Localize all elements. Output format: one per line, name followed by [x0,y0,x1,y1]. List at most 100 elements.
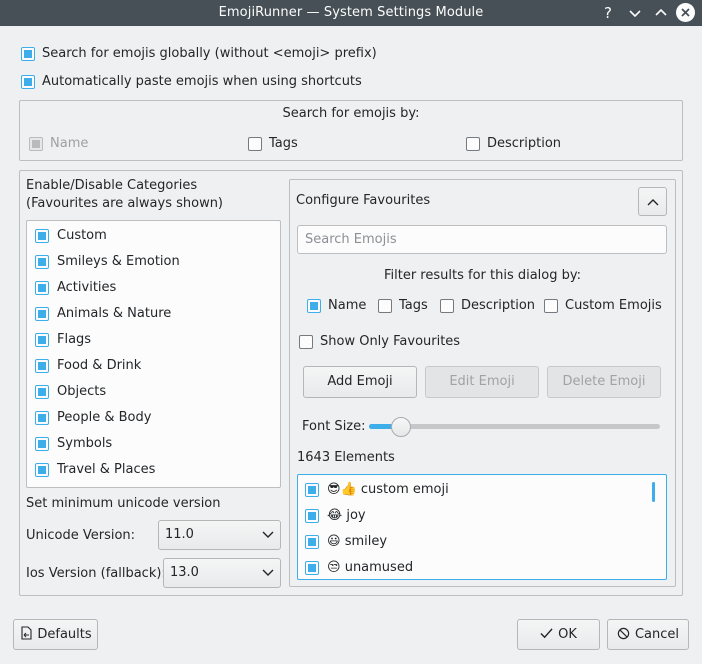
edit-emoji-button[interactable]: Edit Emoji [425,366,539,398]
emoji-row-content: 😎👍 custom emoji [327,482,449,497]
list-item[interactable]: 😂 joy [298,503,648,529]
font-size-slider-track[interactable] [369,424,660,429]
smiley-emoji-icon: 😃 [327,534,341,549]
list-item[interactable]: People & Body [27,405,280,431]
list-item[interactable]: Travel & Places [27,457,280,483]
category-checkbox[interactable] [35,307,49,321]
emoji-list-scrollbar[interactable] [652,482,655,502]
font-size-slider-handle[interactable] [390,417,411,437]
defaults-label: Defaults [37,627,92,642]
add-emoji-button[interactable]: Add Emoji [303,366,417,398]
svg-text:?: ? [604,4,612,22]
cancel-button[interactable]: Cancel [607,619,689,650]
unicode-version-label: Unicode Version: [26,528,136,543]
list-item[interactable]: Smileys & Emotion [27,249,280,275]
search-globally-checkbox[interactable] [21,47,35,61]
category-label: Custom [57,228,107,243]
category-checkbox[interactable] [35,385,49,399]
list-item[interactable]: 😒 unamused [298,555,648,579]
list-item[interactable]: Animals & Nature [27,301,280,327]
ios-version-value: 13.0 [170,565,199,580]
checkmark-icon [540,628,553,639]
search-by-tags-checkbox[interactable] [248,137,262,151]
list-item[interactable]: Objects [27,379,280,405]
ios-version-select[interactable]: 13.0 [163,558,281,588]
unamused-emoji-icon: 😒 [327,560,341,575]
close-icon[interactable] [676,3,695,22]
search-emojis-placeholder: Search Emojis [305,232,397,247]
font-size-label: Font Size: [302,419,366,434]
auto-paste-label[interactable]: Automatically paste emojis when using sh… [42,74,362,89]
maximize-icon[interactable] [652,4,670,22]
elements-count: 1643 Elements [297,450,395,465]
list-item[interactable]: Flags [27,327,280,353]
search-by-name-label: Name [50,136,89,151]
filter-tags-checkbox[interactable] [378,299,392,313]
category-checkbox[interactable] [35,333,49,347]
delete-emoji-button[interactable]: Delete Emoji [547,366,661,398]
list-item[interactable]: 😎👍 custom emoji [298,477,648,503]
emoji-checkbox[interactable] [305,509,319,523]
list-item[interactable]: Food & Drink [27,353,280,379]
filter-custom-emojis-checkbox[interactable] [544,299,558,313]
search-by-description-checkbox[interactable] [466,137,480,151]
emoji-label: unamused [344,560,414,575]
category-checkbox[interactable] [35,437,49,451]
emoji-checkbox[interactable] [305,535,319,549]
list-item[interactable]: Activities [27,275,280,301]
unicode-version-value: 11.0 [165,527,194,542]
document-revert-icon [21,626,32,640]
filter-description-label[interactable]: Description [461,298,535,313]
list-item[interactable]: 😃 smiley [298,529,648,555]
search-emojis-input[interactable]: Search Emojis [297,225,667,254]
filter-custom-emojis-label[interactable]: Custom Emojis [565,298,662,313]
show-only-favourites-label[interactable]: Show Only Favourites [320,334,460,349]
category-label: Animals & Nature [57,306,172,321]
category-label: Objects [57,384,107,399]
list-item[interactable]: Custom [27,223,280,249]
category-checkbox[interactable] [35,463,49,477]
search-by-name-checkbox[interactable] [29,137,43,151]
ok-button[interactable]: OK [517,619,600,650]
emoji-list[interactable]: 😎👍 custom emoji 😂 joy 😃 smiley 😒 unamuse… [297,474,667,580]
ok-label: OK [558,627,577,642]
chevron-down-icon [262,531,274,538]
search-by-title: Search for emojis by: [282,106,420,121]
list-item[interactable]: Symbols [27,431,280,457]
show-only-favourites-checkbox[interactable] [299,335,313,349]
emoji-label: smiley [344,534,388,549]
auto-paste-checkbox[interactable] [21,75,35,89]
emoji-row-content: 😃 smiley [327,534,387,549]
categories-list[interactable]: Custom Smileys & Emotion Activities Anim… [26,220,281,488]
filter-description-checkbox[interactable] [440,299,454,313]
minimize-icon[interactable] [626,4,644,22]
search-by-tags-label[interactable]: Tags [269,136,298,151]
filter-name-label[interactable]: Name [328,298,366,313]
filter-name-checkbox[interactable] [307,299,321,313]
window-title: EmojiRunner — System Settings Module [218,5,484,20]
category-label: Smileys & Emotion [57,254,180,269]
search-globally-label[interactable]: Search for emojis globally (without <emo… [42,46,377,61]
chevron-down-icon [262,569,274,576]
filter-tags-label[interactable]: Tags [399,298,428,313]
cancel-label: Cancel [634,627,680,642]
category-checkbox[interactable] [35,359,49,373]
category-checkbox[interactable] [35,281,49,295]
unicode-version-select[interactable]: 11.0 [158,520,281,550]
filter-title: Filter results for this dialog by: [383,268,582,283]
emoji-row-content: 😒 unamused [327,560,413,575]
search-by-description-label[interactable]: Description [487,136,561,151]
ios-version-label: Ios Version (fallback): [26,566,166,581]
category-checkbox[interactable] [35,411,49,425]
emoji-checkbox[interactable] [305,561,319,575]
title-bar[interactable]: EmojiRunner — System Settings Module ? [0,0,702,26]
defaults-button[interactable]: Defaults [13,619,98,650]
collapse-button[interactable] [638,187,667,216]
category-checkbox[interactable] [35,255,49,269]
categories-title: Enable/Disable Categories [26,178,198,193]
help-icon[interactable]: ? [599,4,617,22]
category-checkbox[interactable] [35,229,49,243]
sunglasses-emoji-icon: 😎 [327,482,341,497]
emoji-label: custom emoji [360,482,449,497]
emoji-checkbox[interactable] [305,483,319,497]
